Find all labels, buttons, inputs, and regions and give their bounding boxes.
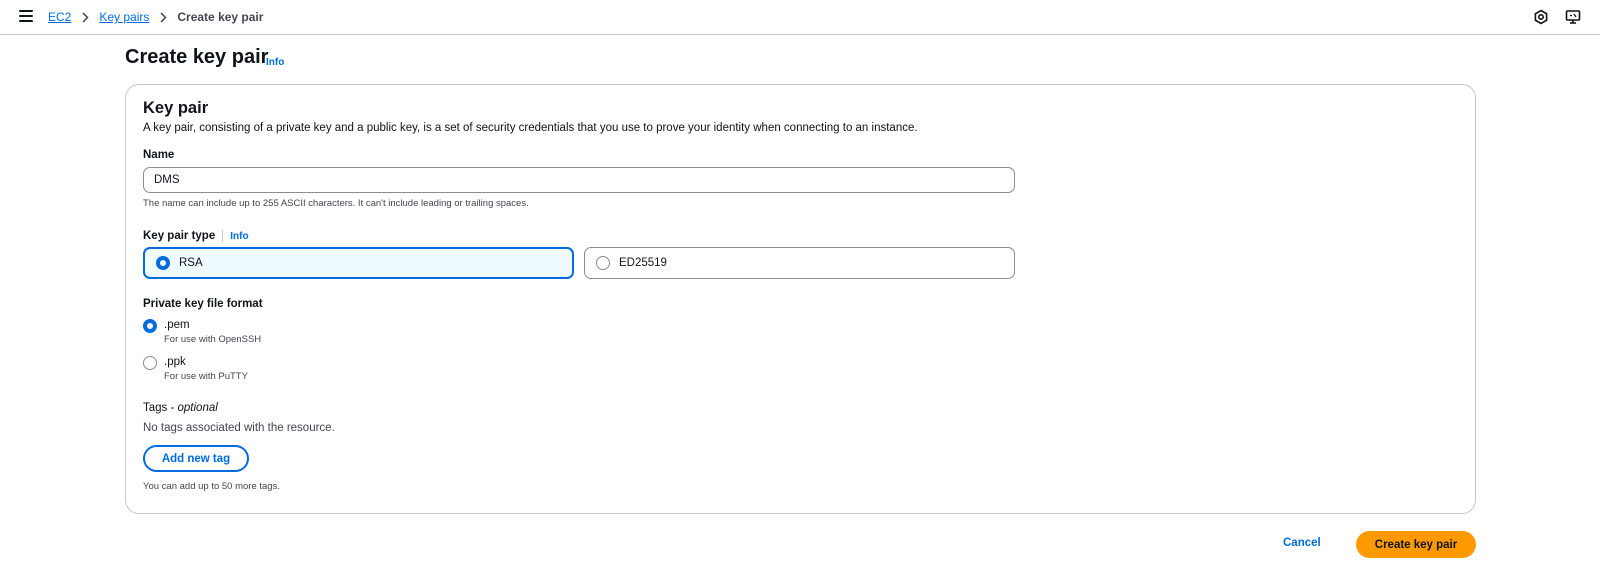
breadcrumb-link-key-pairs[interactable]: Key pairs [99, 10, 149, 24]
breadcrumb-current: Create key pair [177, 10, 264, 24]
tags-label-text: Tags - [143, 402, 178, 414]
create-key-pair-button[interactable]: Create key pair [1356, 531, 1476, 558]
settings-hex-icon[interactable] [1533, 9, 1551, 27]
top-navigation-bar: EC2 Key pairs Create key pair [0, 0, 1600, 35]
divider [222, 230, 224, 242]
format-option-description: For use with OpenSSH [164, 334, 262, 345]
format-option-description: For use with PuTTY [164, 371, 248, 382]
radio-unselected-icon[interactable] [143, 356, 157, 370]
cancel-button[interactable]: Cancel [1283, 537, 1321, 549]
tags-empty-message: No tags associated with the resource. [143, 422, 335, 434]
key-type-tile-rsa[interactable]: RSA [143, 247, 574, 279]
key-pair-type-label: Key pair type [143, 230, 216, 242]
key-pair-type-header: Key pair type Info [143, 230, 249, 242]
tags-label: Tags - optional [143, 402, 218, 414]
screen-feedback-icon[interactable] [1565, 9, 1583, 27]
name-label: Name [143, 149, 175, 161]
key-pair-container: Key pair A key pair, consisting of a pri… [125, 84, 1476, 514]
page-info-link[interactable]: Info [266, 57, 284, 68]
name-hint: The name can include up to 255 ASCII cha… [143, 198, 529, 209]
format-option-label: .pem [164, 319, 190, 331]
format-option-ppk[interactable]: .ppk For use with PuTTY [143, 355, 248, 382]
name-input[interactable] [143, 167, 1015, 193]
breadcrumb: EC2 Key pairs Create key pair [48, 10, 263, 24]
format-option-label: .ppk [164, 356, 186, 368]
key-pair-type-info-link[interactable]: Info [230, 231, 248, 242]
radio-unselected-icon[interactable] [596, 256, 610, 270]
key-pair-description: A key pair, consisting of a private key … [143, 122, 918, 134]
private-key-format-label: Private key file format [143, 298, 263, 310]
breadcrumb-link-ec2[interactable]: EC2 [48, 10, 71, 24]
add-new-tag-button[interactable]: Add new tag [143, 445, 249, 472]
chevron-right-icon [159, 10, 167, 24]
radio-selected-icon[interactable] [143, 319, 157, 333]
key-type-label-rsa: RSA [179, 257, 203, 269]
hamburger-menu-icon[interactable] [19, 10, 33, 24]
chevron-right-icon [81, 10, 89, 24]
key-pair-heading: Key pair [143, 99, 209, 117]
format-option-pem[interactable]: .pem For use with OpenSSH [143, 318, 261, 345]
key-type-label-ed25519: ED25519 [619, 257, 667, 269]
page-title: Create key pair [125, 46, 269, 68]
tags-optional-text: optional [177, 402, 218, 414]
tags-hint: You can add up to 50 more tags. [143, 481, 280, 492]
key-type-tile-ed25519[interactable]: ED25519 [584, 247, 1015, 279]
radio-selected-icon[interactable] [156, 256, 170, 270]
